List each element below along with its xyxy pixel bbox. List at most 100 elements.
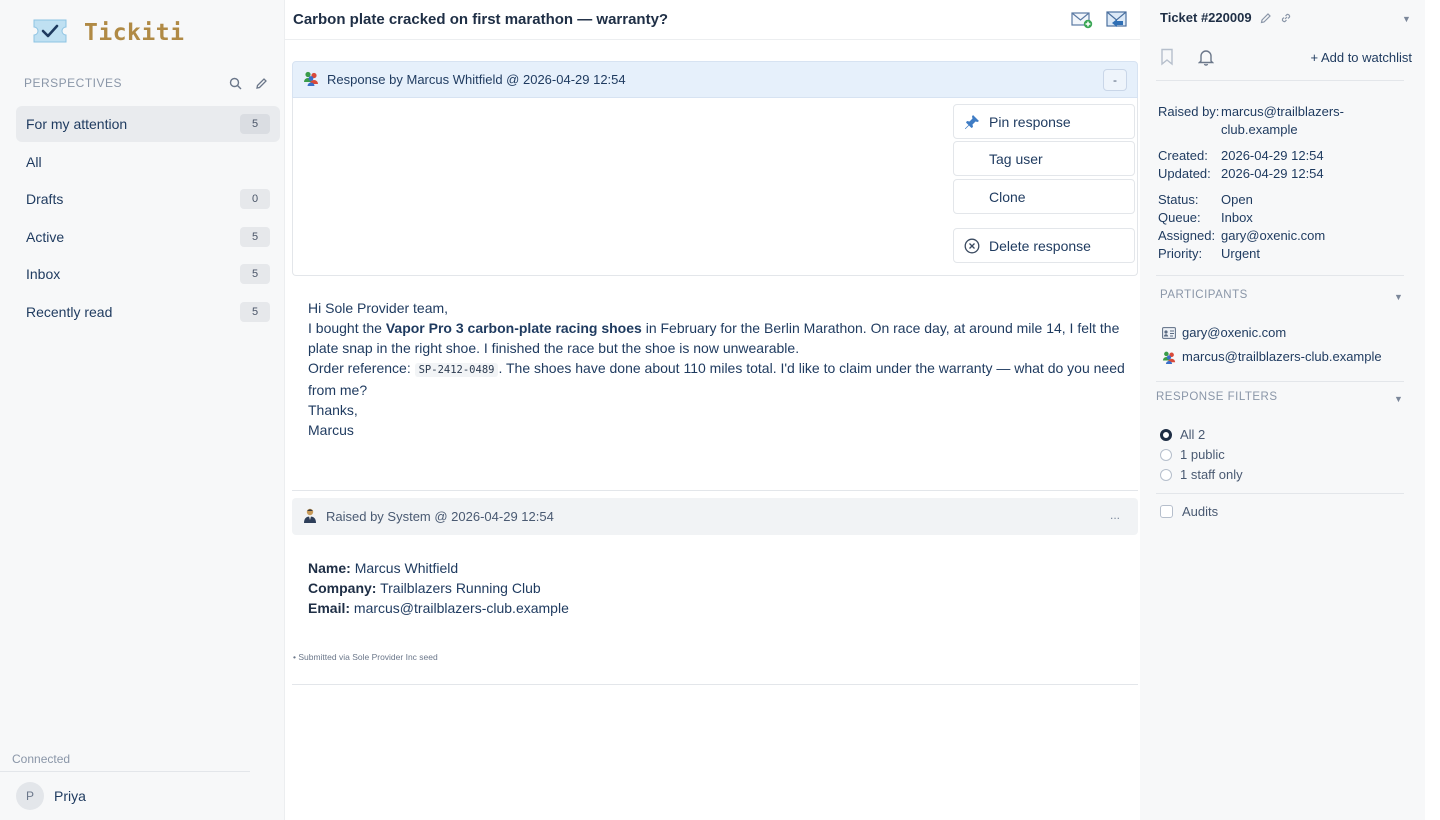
- tag-user-button[interactable]: Tag user: [953, 141, 1135, 176]
- participant-email: gary@oxenic.com: [1182, 325, 1287, 340]
- divider: [0, 771, 250, 772]
- add-to-watchlist-button[interactable]: + Add to watchlist: [1310, 50, 1412, 65]
- field-value: Marcus Whitfield: [354, 560, 459, 576]
- paragraph: Order reference: SP-2412-0489. The shoes…: [308, 358, 1128, 400]
- field-label: Name:: [308, 560, 351, 576]
- collapse-button[interactable]: -: [1103, 69, 1127, 91]
- system-entry-body: Name: Marcus Whitfield Company: Trailbla…: [308, 558, 569, 618]
- clone-label: Clone: [989, 188, 1026, 205]
- nav-item-recently-read[interactable]: Recently read 5: [16, 294, 280, 330]
- chevron-down-icon[interactable]: ▼: [1402, 14, 1411, 24]
- field-label: Email:: [308, 600, 351, 616]
- audits-toggle[interactable]: Audits: [1160, 504, 1218, 519]
- clone-button[interactable]: Clone: [953, 179, 1135, 214]
- bookmark-icon[interactable]: [1160, 48, 1198, 66]
- header-actions: [1064, 9, 1134, 29]
- users-icon: [1162, 350, 1182, 364]
- pin-response-button[interactable]: Pin response: [953, 104, 1135, 139]
- field-value: marcus@trailblazers-club.example: [353, 600, 569, 616]
- connection-status: Connected: [12, 752, 71, 766]
- ticket-check-icon: [32, 18, 68, 47]
- chevron-down-icon[interactable]: ▼: [1394, 292, 1403, 302]
- response-header[interactable]: Response by Marcus Whitfield @ 2026-04-2…: [292, 61, 1138, 98]
- scrollbar-track[interactable]: [1425, 0, 1440, 820]
- pencil-icon[interactable]: [248, 77, 274, 90]
- avatar: P: [16, 782, 44, 810]
- more-options-button[interactable]: ...: [1110, 508, 1120, 522]
- filter-label: All 2: [1180, 427, 1206, 442]
- close-circle-icon: [964, 238, 980, 254]
- user-menu[interactable]: P Priya: [16, 782, 86, 810]
- ticket-title: Carbon plate cracked on first marathon —…: [293, 11, 669, 28]
- meta-label: Status:: [1158, 192, 1199, 207]
- system-user-icon: [302, 507, 318, 526]
- participant-item[interactable]: gary@oxenic.com: [1162, 325, 1286, 340]
- radio[interactable]: [1160, 448, 1172, 461]
- link-icon[interactable]: [1280, 12, 1292, 24]
- field-row: Company: Trailblazers Running Club: [308, 578, 569, 598]
- nav-item-inbox[interactable]: Inbox 5: [16, 256, 280, 292]
- divider: [292, 684, 1138, 685]
- ticket-main: Carbon plate cracked on first marathon —…: [285, 0, 1140, 820]
- filter-option-all[interactable]: All 2: [1160, 427, 1205, 442]
- count-badge: 0: [240, 189, 270, 209]
- logo[interactable]: Tickiti: [32, 18, 184, 47]
- response-body: Hi Sole Provider team, I bought the Vapo…: [308, 298, 1128, 440]
- nav-item-label: Active: [26, 228, 65, 245]
- count-badge: 5: [240, 301, 270, 322]
- id-card-icon: [1162, 326, 1182, 339]
- divider: [1156, 381, 1404, 382]
- perspective-list: For my attention 5 All Drafts 0 Active 5…: [16, 106, 280, 331]
- new-mail-icon[interactable]: [1064, 9, 1099, 29]
- perspectives-header: PERSPECTIVES: [24, 76, 274, 90]
- bell-icon[interactable]: [1198, 48, 1236, 66]
- greeting: Hi Sole Provider team,: [308, 300, 449, 316]
- count-badge: 5: [240, 264, 270, 284]
- search-icon[interactable]: [222, 77, 248, 90]
- ticket-header: Carbon plate cracked on first marathon —…: [285, 0, 1140, 40]
- paragraph: I bought the Vapor Pro 3 carbon-plate ra…: [308, 318, 1128, 358]
- nav-item-active[interactable]: Active 5: [16, 219, 280, 255]
- nav-item-drafts[interactable]: Drafts 0: [16, 181, 280, 217]
- ticket-number-text: Ticket #220009: [1160, 10, 1252, 25]
- status-value[interactable]: Open: [1221, 191, 1351, 209]
- nav-item-label: For my attention: [26, 116, 128, 132]
- nav-item-all[interactable]: All: [16, 144, 280, 180]
- meta-label: Assigned:: [1158, 228, 1216, 243]
- field-row: Name: Marcus Whitfield: [308, 558, 569, 578]
- filter-option-public[interactable]: 1 public: [1160, 447, 1225, 462]
- text: I bought the: [308, 320, 386, 336]
- sidebar: Tickiti PERSPECTIVES For my attention 5 …: [0, 0, 285, 820]
- priority-value[interactable]: Urgent: [1221, 245, 1351, 263]
- users-icon: [303, 70, 319, 89]
- field-row: Email: marcus@trailblazers-club.example: [308, 598, 569, 618]
- delete-response-button[interactable]: Delete response: [953, 228, 1135, 263]
- filter-label: 1 public: [1180, 447, 1225, 462]
- chevron-down-icon[interactable]: ▼: [1394, 394, 1403, 404]
- meta-label: Raised by:: [1158, 104, 1220, 119]
- count-badge: 5: [240, 114, 270, 134]
- filter-option-staff[interactable]: 1 staff only: [1160, 467, 1243, 482]
- meta-label: Priority:: [1158, 246, 1203, 261]
- radio[interactable]: [1160, 468, 1172, 481]
- radio-selected[interactable]: [1160, 428, 1172, 441]
- meta-label: Updated:: [1158, 166, 1211, 181]
- user-name: Priya: [54, 788, 86, 804]
- assigned-value[interactable]: gary@oxenic.com: [1221, 227, 1351, 245]
- system-entry-header[interactable]: Raised by System @ 2026-04-29 12:54 ...: [292, 498, 1138, 535]
- queue-value[interactable]: Inbox: [1221, 209, 1351, 227]
- audits-checkbox[interactable]: [1160, 505, 1173, 518]
- ticket-status: Status: Open Queue: Inbox Assigned: gary…: [1158, 191, 1351, 263]
- field-value: Trailblazers Running Club: [380, 580, 541, 596]
- pencil-icon[interactable]: [1260, 12, 1272, 24]
- filter-label: 1 staff only: [1180, 467, 1243, 482]
- forward-mail-icon[interactable]: [1099, 9, 1134, 29]
- system-entry-title: Raised by System @ 2026-04-29 12:54: [326, 509, 554, 524]
- product-name: Vapor Pro 3 carbon-plate racing shoes: [385, 320, 642, 336]
- ticket-meta: Raised by: marcus@trailblazers-club.exam…: [1158, 103, 1351, 139]
- participant-item[interactable]: marcus@trailblazers-club.example: [1162, 349, 1382, 364]
- nav-item-label: All: [26, 153, 42, 170]
- nav-item-for-my-attention[interactable]: For my attention 5: [16, 106, 280, 142]
